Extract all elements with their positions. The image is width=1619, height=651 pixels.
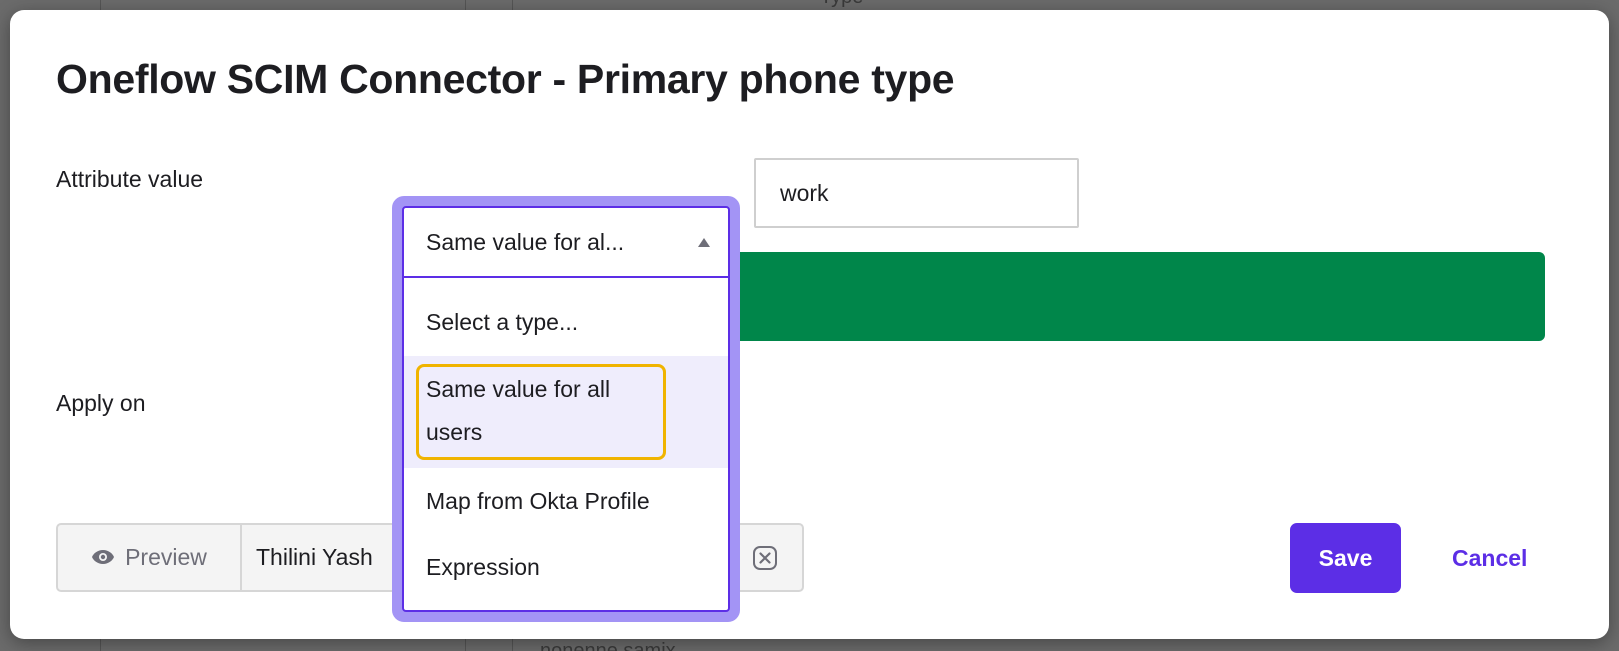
backdrop-text: Type [820, 0, 863, 9]
option-label: Select a type... [426, 308, 579, 335]
caret-up-icon [698, 237, 710, 247]
value-type-select[interactable]: Same value for al... [404, 208, 728, 278]
save-button[interactable]: Save [1290, 523, 1401, 593]
attribute-modal: Oneflow SCIM Connector - Primary phone t… [10, 10, 1609, 639]
apply-on-label: Apply on [56, 390, 146, 416]
modal-title: Oneflow SCIM Connector - Primary phone t… [56, 56, 955, 102]
cancel-button[interactable]: Cancel [1440, 523, 1539, 593]
attribute-value-input[interactable] [754, 158, 1079, 228]
apply-on-control[interactable] [730, 252, 1545, 341]
preview-button[interactable]: Preview [58, 525, 242, 590]
value-type-dropdown: Same value for al... Select a type... Sa… [392, 196, 740, 622]
eye-icon [91, 544, 115, 571]
option-label: Map from Okta Profile [426, 487, 650, 514]
clear-icon[interactable] [752, 545, 778, 571]
attribute-value-label: Attribute value [56, 166, 204, 192]
option-select-type[interactable]: Select a type... [404, 288, 728, 356]
backdrop-text: nonenne samix [540, 640, 676, 651]
preview-user-value: Thilini Yash [256, 544, 373, 570]
option-same-value[interactable]: Same value for all users [404, 356, 728, 468]
dropdown-panel: Same value for al... Select a type... Sa… [402, 206, 730, 612]
select-display-value: Same value for al... [426, 228, 625, 255]
option-label: Same value for all users [426, 376, 611, 445]
dropdown-options: Select a type... Same value for all user… [404, 278, 728, 600]
option-map-okta-profile[interactable]: Map from Okta Profile [404, 468, 728, 534]
option-label: Expression [426, 553, 540, 580]
preview-button-label: Preview [125, 544, 207, 570]
option-expression[interactable]: Expression [404, 534, 728, 600]
